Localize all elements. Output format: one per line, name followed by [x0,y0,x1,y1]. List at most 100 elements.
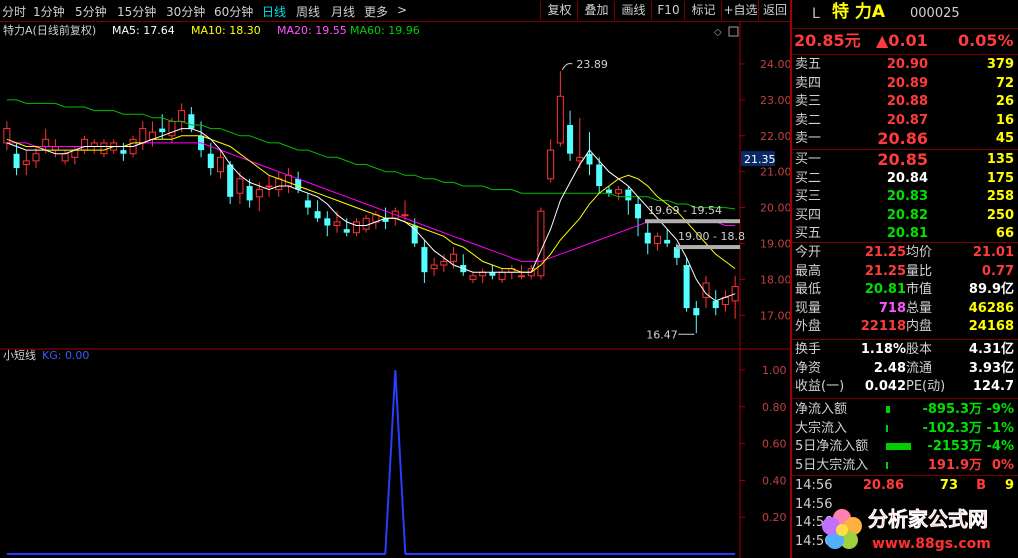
candle-up [51,146,59,151]
ask-volume: 72 [995,75,1014,91]
candle-up [284,174,292,187]
candle-up [362,217,370,230]
window-icon[interactable] [728,26,739,37]
y-tick-label: 22.00 [760,130,790,143]
candle-down [489,272,496,276]
ma5-line [6,128,736,302]
draw-line-button[interactable]: 画线 [614,1,652,20]
candle-down [411,225,418,244]
tick-price: 20.86 [862,478,904,493]
low-price-label: 16.47 [646,328,678,341]
y-tick-label: 17.00 [760,309,790,322]
tab-60min[interactable]: 60分钟 [214,3,253,20]
candle-up [100,142,108,155]
candle-up [450,253,458,262]
stat-value: 21.01 [972,245,1014,260]
flow-value: 191.9万 [927,457,982,473]
stat-label: 总量 [906,300,933,316]
overlay-button[interactable]: 叠加 [577,1,615,20]
tab-5min[interactable]: 5分钟 [75,3,107,20]
stat-label: 外盘 [795,319,822,334]
bid-label: 买一 [795,152,822,167]
candle-up [168,120,176,137]
candle-up [615,189,623,194]
fuquan-button[interactable]: 复权 [540,1,578,20]
kg-line [6,369,736,555]
fund-label: PE(动) [906,379,946,394]
candle-up [139,128,147,144]
candle-down [586,153,593,165]
svg-text:分析家公式网: 分析家公式网 [868,507,988,531]
diamond-icon[interactable]: ◇ [714,27,722,38]
ask-price: 20.88 [886,94,928,109]
candle-down [605,189,612,194]
bid-label: 买二 [795,170,822,186]
tab-30min[interactable]: 30分钟 [166,3,205,20]
stock-code: 000025 [910,6,960,21]
candle-up [265,185,273,188]
sub-y-tick-label: 0.60 [762,438,787,451]
bid-volume: 135 [986,152,1014,167]
f10-button[interactable]: F10 [651,1,685,20]
mark-button[interactable]: 标记 [684,1,722,20]
tab-daily[interactable]: 日线 [262,3,286,20]
ma5-legend: MA5: 17.64 [112,24,175,37]
bid-price: 20.81 [886,226,928,241]
kline-chart-area[interactable]: 24.00 23.00 22.00 21.00 20.00 19.00 18.00 17.00… [0,22,790,558]
flow-value: -2153万 [927,439,982,454]
fund-value: 1.18% [860,342,906,357]
bid-label: 买四 [795,207,822,223]
tab-weekly[interactable]: 周线 [296,3,320,20]
add-watchlist-button[interactable]: +自选 [721,1,759,20]
tab-1min[interactable]: 1分钟 [33,3,65,20]
candle-up [498,271,506,280]
ask-price: 20.87 [886,112,928,128]
bid-volume: 66 [995,226,1014,241]
candle-down [644,232,651,244]
stat-label: 内盘 [906,319,933,334]
sub-y-tick-label: 0.40 [762,474,787,487]
flow-pct: -1% [986,420,1014,436]
tab-monthly[interactable]: 月线 [331,3,355,20]
candle-down [567,124,574,154]
candle-down [120,150,127,154]
back-button[interactable]: 返回 [758,1,791,20]
price-change: ▲0.01 [876,31,928,50]
candle-down [324,218,331,226]
candle-down [295,178,302,190]
bid-price: 20.84 [886,170,928,186]
current-price-label: 21.35 [744,153,776,166]
candle-down [207,153,214,169]
fund-label: 净资 [795,360,822,376]
flow-pct: 0% [991,457,1014,473]
flow-label: 净流入额 [795,402,848,417]
y-tick-label: 23.00 [760,94,790,107]
candle-down [693,308,700,316]
tab-more[interactable]: 更多 [364,3,388,20]
svg-text:www.88gs.com: www.88gs.com [872,536,991,552]
flow-bar [886,461,888,469]
ma10-line [6,135,736,273]
sub-y-tick-label: 1.00 [762,364,787,377]
tab-15min[interactable]: 15分钟 [117,3,156,20]
price-change-pct: 0.05% [958,31,1014,50]
high-price-label: 23.89 [576,58,608,71]
ma10-legend: MA10: 18.30 [191,24,261,37]
more-arrow-icon[interactable]: > [397,3,407,17]
y-tick-label: 18.00 [760,273,790,286]
tab-fenshi[interactable]: 分时 [2,3,26,20]
fund-label: 流通 [906,360,933,376]
stat-value: 20.81 [864,282,906,297]
stat-value: 21.25 [864,245,906,260]
sub-y-tick-label: 0.20 [762,511,787,524]
candle-down [625,189,632,201]
flower-logo-icon [822,509,862,549]
ask-price: 20.90 [886,57,928,72]
candle-up [440,260,448,266]
tick-count: 9 [1004,478,1014,493]
stat-value: 0.77 [981,263,1014,279]
candle-down [596,164,603,187]
last-price: 20.85元 [794,31,861,50]
candle-down [314,211,321,219]
candle-down [188,114,195,129]
